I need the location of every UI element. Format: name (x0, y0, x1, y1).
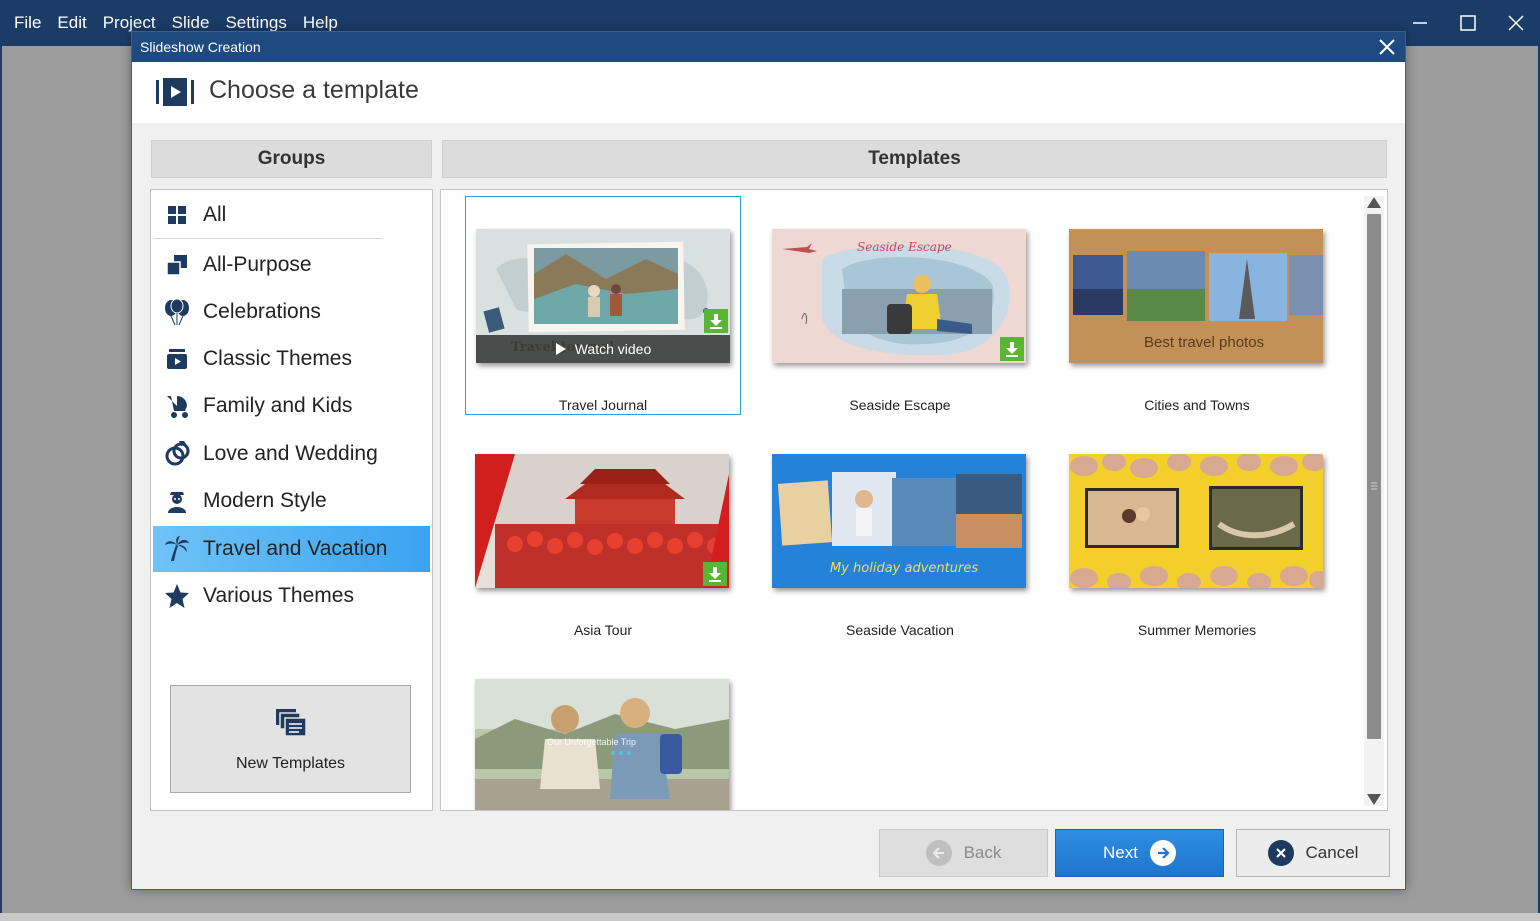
scroll-up-arrow-icon[interactable] (1366, 196, 1382, 210)
dialog-title: Slideshow Creation (140, 39, 261, 55)
groups-list: All All-Purpose Celebrations Classic The… (150, 189, 433, 811)
group-item-label: All (203, 203, 227, 226)
new-templates-button[interactable]: New Templates (170, 685, 411, 793)
group-item-all[interactable]: All (153, 192, 430, 238)
window-controls (1396, 0, 1540, 46)
app-statusbar (0, 913, 1540, 921)
group-item-various-themes[interactable]: Various Themes (153, 573, 430, 619)
group-item-all-purpose[interactable]: All-Purpose (153, 242, 430, 288)
template-name: Travel Journal (558, 397, 648, 413)
template-thumbnail: Best travel photos (1069, 229, 1323, 363)
slideshow-creation-dialog: Slideshow Creation Choose a template Gro… (131, 31, 1406, 890)
template-name: Seaside Vacation (846, 622, 954, 638)
group-item-label: All-Purpose (203, 253, 312, 276)
menu-edit[interactable]: Edit (49, 10, 94, 36)
templates-scrollbar[interactable] (1364, 196, 1384, 806)
template-tile-asia-tour[interactable]: Asia Tour (465, 421, 741, 640)
template-tile-unnamed[interactable]: Our Unforgettable Trip (465, 646, 741, 810)
back-button[interactable]: Back (879, 829, 1048, 877)
template-tile-seaside-vacation[interactable]: My holiday adventures Seaside Vacation (762, 421, 1038, 640)
group-item-classic-themes[interactable]: Classic Themes (153, 336, 430, 382)
thumbnail-caption: Seaside Escape (857, 240, 952, 254)
scroll-down-arrow-icon[interactable] (1366, 792, 1382, 806)
next-button-label: Next (1103, 843, 1138, 862)
template-tile-travel-journal[interactable]: Travel Journal Watch video Travel Journa… (465, 196, 741, 415)
group-item-label: Various Themes (203, 584, 354, 607)
stacked-squares-icon (163, 251, 191, 279)
group-item-love-and-wedding[interactable]: Love and Wedding (153, 431, 430, 477)
maximize-icon (1460, 15, 1476, 31)
template-thumbnail (1069, 454, 1323, 588)
scrollbar-thumb[interactable] (1367, 214, 1381, 739)
back-arrow-icon (925, 840, 952, 866)
stroller-icon (163, 392, 191, 420)
template-thumbnail: Travel Journal Watch video (476, 229, 730, 363)
minimize-icon (1413, 22, 1427, 24)
star-icon (163, 582, 191, 610)
dialog-titlebar: Slideshow Creation (132, 32, 1405, 62)
template-thumbnail (475, 454, 729, 588)
template-tile-summer-memories[interactable]: Summer Memories (1059, 421, 1335, 640)
template-name: Summer Memories (1137, 622, 1257, 638)
group-item-label: Love and Wedding (203, 442, 378, 465)
close-window-button[interactable] (1492, 0, 1540, 46)
balloons-icon (163, 298, 191, 326)
template-name: Cities and Towns (1144, 397, 1250, 413)
download-icon (710, 314, 722, 329)
grip-icon (1371, 482, 1377, 490)
person-icon (163, 487, 191, 515)
page-title: Choose a template (209, 76, 419, 104)
next-button[interactable]: Next (1055, 829, 1224, 877)
download-badge (1000, 337, 1024, 361)
close-icon (1508, 15, 1524, 31)
dialog-header: Choose a template (132, 62, 1405, 123)
download-icon (709, 567, 721, 582)
thumbnail-caption: Best travel photos (1144, 334, 1264, 351)
template-tile-seaside-escape[interactable]: Seaside Escape Seaside Escape (762, 196, 1038, 415)
group-separator (153, 238, 383, 239)
cancel-button-label: Cancel (1305, 843, 1359, 862)
cancel-x-icon (1267, 840, 1294, 866)
watch-video-label: Watch video (574, 341, 652, 357)
cancel-button[interactable]: Cancel (1236, 829, 1390, 877)
watch-video-bar[interactable]: Watch video (476, 335, 730, 363)
new-templates-icon (276, 709, 307, 737)
template-name: Asia Tour (573, 622, 633, 638)
template-name: Seaside Escape (849, 397, 951, 413)
template-thumbnail: Seaside Escape (772, 229, 1026, 363)
group-item-label: Celebrations (203, 300, 321, 323)
close-icon (1379, 39, 1395, 55)
templates-heading: Templates (442, 140, 1387, 178)
download-icon (1006, 342, 1018, 357)
thumbnail-caption: My holiday adventures (830, 561, 978, 576)
rings-icon (163, 440, 191, 468)
group-item-modern-style[interactable]: Modern Style (153, 478, 430, 524)
maximize-button[interactable] (1444, 0, 1492, 46)
download-badge (704, 309, 728, 333)
thumbnail-caption: Our Unforgettable Trip (547, 737, 636, 747)
back-button-label: Back (963, 843, 1002, 862)
dialog-close-button[interactable] (1375, 35, 1399, 59)
slideshow-play-icon (156, 78, 194, 106)
template-thumbnail: Our Unforgettable Trip (475, 679, 729, 810)
new-templates-label: New Templates (235, 755, 346, 772)
groups-heading: Groups (151, 140, 432, 178)
grid-icon (163, 201, 191, 229)
group-item-label: Family and Kids (203, 394, 353, 417)
templates-grid: Travel Journal Watch video Travel Journa… (440, 189, 1388, 811)
group-item-family-and-kids[interactable]: Family and Kids (153, 383, 430, 429)
palm-tree-icon (163, 535, 191, 563)
group-item-label: Classic Themes (203, 347, 352, 370)
group-item-label: Modern Style (203, 489, 327, 512)
template-thumbnail: My holiday adventures (772, 454, 1026, 588)
group-item-label: Travel and Vacation (203, 537, 388, 560)
group-item-celebrations[interactable]: Celebrations (153, 289, 430, 335)
download-badge (703, 562, 727, 586)
film-box-icon (163, 345, 191, 373)
menu-file[interactable]: File (6, 10, 49, 36)
group-item-travel-and-vacation[interactable]: Travel and Vacation (153, 526, 430, 572)
template-tile-cities-and-towns[interactable]: Best travel photos Cities and Towns (1059, 196, 1335, 415)
next-arrow-icon (1149, 840, 1176, 866)
play-icon (555, 343, 566, 355)
